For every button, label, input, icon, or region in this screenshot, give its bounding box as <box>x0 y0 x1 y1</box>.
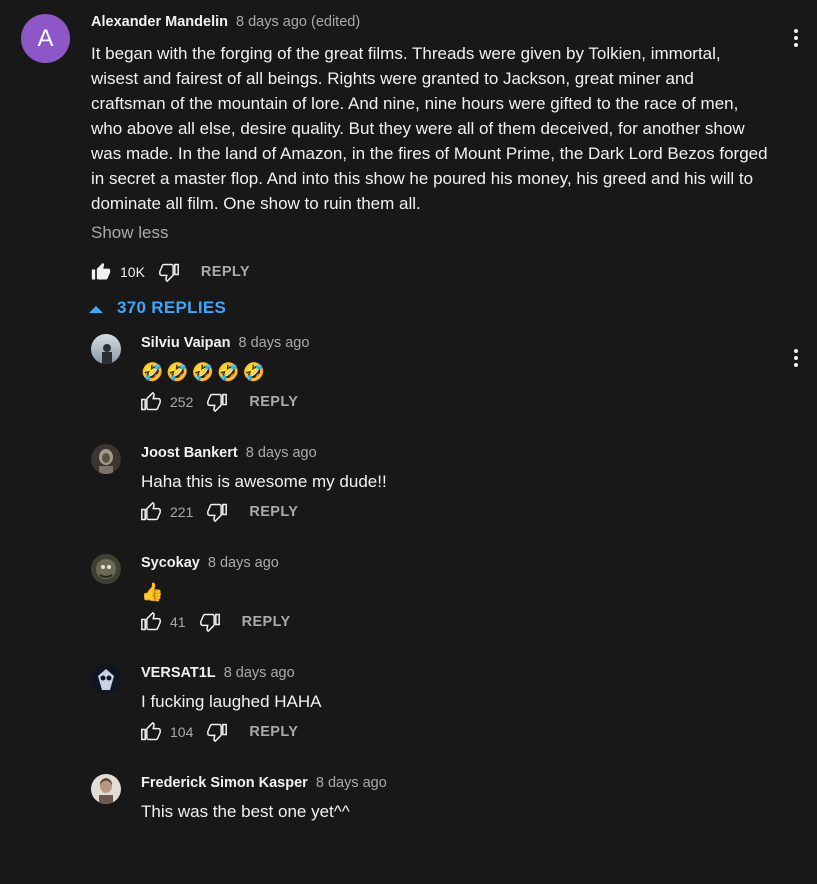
timestamp[interactable]: 8 days ago <box>238 335 309 351</box>
thumbs-down-icon[interactable] <box>207 722 228 742</box>
reply-header: Joost Bankert 8 days ago <box>141 445 317 461</box>
thumbs-up-icon[interactable] <box>141 392 161 412</box>
replies-toggle-button[interactable]: 370 REPLIES <box>89 298 226 318</box>
thumbs-up-icon[interactable] <box>141 502 161 522</box>
reply-text: This was the best one yet^^ <box>141 802 350 821</box>
more-vert-icon[interactable] <box>786 346 806 370</box>
timestamp[interactable]: 8 days ago <box>224 665 295 681</box>
reply-item: Silviu Vaipan 8 days ago 🤣🤣🤣🤣🤣 252 REPLY <box>0 334 817 444</box>
show-less-button[interactable]: Show less <box>91 223 168 243</box>
thumbs-down-icon[interactable] <box>159 262 179 282</box>
avatar[interactable] <box>91 664 121 694</box>
comment-text: It began with the forging of the great f… <box>91 44 768 213</box>
avatar[interactable] <box>91 774 121 804</box>
reply-actions: 41 REPLY <box>141 610 291 634</box>
like-count: 10K <box>120 264 145 280</box>
reply-button[interactable]: REPLY <box>249 504 298 520</box>
author-name[interactable]: VERSAT1L <box>141 665 216 681</box>
reply-item: VERSAT1L 8 days ago I fucking laughed HA… <box>0 664 817 774</box>
more-vert-icon[interactable] <box>786 26 806 50</box>
replies-count-label: 370 REPLIES <box>117 298 227 317</box>
reply-actions: 104 REPLY <box>141 720 298 744</box>
timestamp[interactable]: 8 days ago <box>208 555 279 571</box>
avatar-letter: A <box>37 24 54 52</box>
author-name[interactable]: Sycokay <box>141 555 200 571</box>
reply-text: 🤣🤣🤣🤣🤣 <box>141 362 269 382</box>
timestamp[interactable]: 8 days ago <box>316 775 387 791</box>
thumbs-up-icon[interactable] <box>141 722 161 742</box>
author-name[interactable]: Silviu Vaipan <box>141 335 230 351</box>
timestamp[interactable]: 8 days ago (edited) <box>236 14 360 30</box>
comment-header: Alexander Mandelin 8 days ago (edited) <box>91 14 360 30</box>
reply-text: 👍 <box>141 582 167 602</box>
reply-item: Joost Bankert 8 days ago Haha this is aw… <box>0 444 817 554</box>
reply-item: Sycokay 8 days ago 👍 41 REPLY <box>0 554 817 664</box>
reply-header: Frederick Simon Kasper 8 days ago <box>141 775 387 791</box>
reply-actions: 252 REPLY <box>141 390 298 414</box>
avatar[interactable] <box>91 554 121 584</box>
like-count: 104 <box>170 724 194 740</box>
like-count: 221 <box>170 504 194 520</box>
reply-header: Sycokay 8 days ago <box>141 555 279 571</box>
reply-item: Frederick Simon Kasper 8 days ago This w… <box>0 774 817 884</box>
author-name[interactable]: Alexander Mandelin <box>91 14 228 30</box>
timestamp[interactable]: 8 days ago <box>246 445 317 461</box>
like-count: 41 <box>170 614 186 630</box>
caret-up-icon <box>89 298 117 318</box>
avatar[interactable]: A <box>21 14 70 63</box>
thumbs-up-icon[interactable] <box>141 612 161 632</box>
reply-button[interactable]: REPLY <box>242 614 291 630</box>
reply-text: Haha this is awesome my dude!! <box>141 472 387 491</box>
author-name[interactable]: Joost Bankert <box>141 445 238 461</box>
comment-actions: 10K REPLY <box>91 260 250 284</box>
reply-button[interactable]: REPLY <box>249 724 298 740</box>
reply-button[interactable]: REPLY <box>249 394 298 410</box>
avatar[interactable] <box>91 334 121 364</box>
thumbs-down-icon[interactable] <box>199 612 220 632</box>
avatar[interactable] <box>91 444 121 474</box>
thumbs-up-icon[interactable] <box>91 262 111 282</box>
reply-header: Silviu Vaipan 8 days ago <box>141 335 309 351</box>
reply-actions: 221 REPLY <box>141 500 298 524</box>
reply-button[interactable]: REPLY <box>201 264 250 280</box>
author-name[interactable]: Frederick Simon Kasper <box>141 775 308 791</box>
thumbs-down-icon[interactable] <box>207 392 228 412</box>
reply-text: I fucking laughed HAHA <box>141 692 322 711</box>
reply-header: VERSAT1L 8 days ago <box>141 665 295 681</box>
like-count: 252 <box>170 394 194 410</box>
thumbs-down-icon[interactable] <box>207 502 228 522</box>
